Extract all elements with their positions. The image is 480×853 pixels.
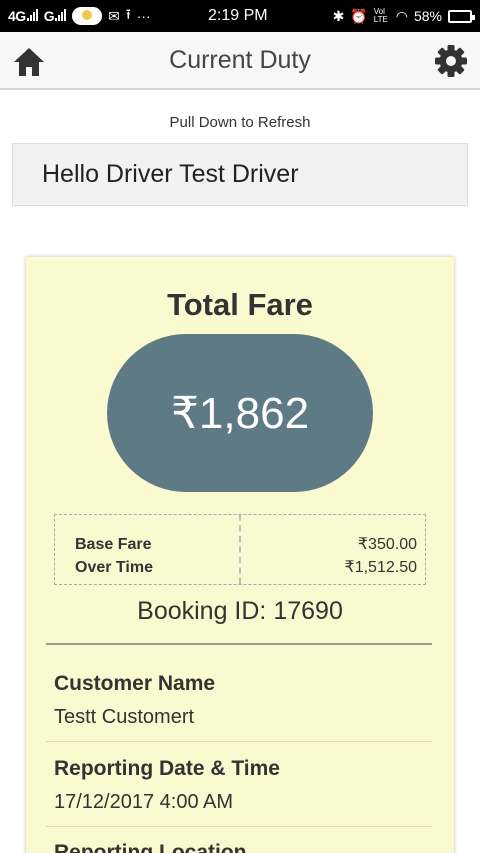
network-indicator-1: 4G xyxy=(8,8,38,24)
wifi-icon: ◠ xyxy=(395,7,408,24)
network-type-label: 4G xyxy=(8,8,26,24)
more-notifications-icon: ··· xyxy=(136,8,151,24)
volte-indicator: Vol LTE xyxy=(373,7,388,24)
settings-button[interactable] xyxy=(434,44,468,78)
reporting-location-field: Reporting Location xyxy=(54,841,432,853)
customer-name-field: Customer Name Testt Customert xyxy=(54,672,432,729)
bluetooth-icon: ✱ xyxy=(332,7,345,24)
fare-breakdown-values: ₹350.00 ₹1,512.50 xyxy=(239,515,425,584)
reporting-location-label: Reporting Location xyxy=(54,841,247,853)
app-bar: Current Duty xyxy=(0,32,480,90)
divider xyxy=(46,643,432,645)
driver-greeting: Hello Driver Test Driver xyxy=(12,143,468,206)
reporting-datetime-label: Reporting Date & Time xyxy=(54,757,280,780)
total-fare-title: Total Fare xyxy=(167,287,313,322)
total-fare-value: ₹1,862 xyxy=(170,388,310,438)
battery-icon xyxy=(448,9,475,23)
network-indicator-2: G xyxy=(43,8,67,24)
gear-icon xyxy=(435,45,467,77)
over-time-value: ₹1,512.50 xyxy=(344,559,417,576)
divider xyxy=(46,741,432,742)
weather-icon xyxy=(72,7,103,25)
status-time: 2:19 PM xyxy=(208,7,268,24)
home-icon xyxy=(14,48,44,76)
signal-bars-icon xyxy=(26,9,38,21)
total-fare-amount: ₹1,862 xyxy=(107,334,373,492)
home-button[interactable] xyxy=(12,46,46,78)
alarm-icon: ⏰ xyxy=(350,7,368,24)
fare-breakdown-labels: Base Fare Over Time xyxy=(55,515,239,584)
divider xyxy=(46,826,432,827)
status-bar: 4G G ✉ ⭱ ··· 2:19 PM ✱ ⏰ Vol LTE ◠ 58% xyxy=(0,0,480,32)
fare-breakdown: Base Fare Over Time ₹350.00 ₹1,512.50 xyxy=(54,514,426,585)
pull-to-refresh-hint: Pull Down to Refresh xyxy=(169,114,311,131)
reporting-datetime-field: Reporting Date & Time 17/12/2017 4:00 AM xyxy=(54,757,432,814)
duty-card[interactable]: Total Fare ₹1,862 Base Fare Over Time ₹3… xyxy=(26,257,454,853)
network-type-label-2: G xyxy=(43,8,55,24)
upload-icon: ⭱ xyxy=(125,6,131,22)
battery-percentage: 58% xyxy=(413,8,442,24)
status-bar-left: 4G G ✉ ⭱ ··· xyxy=(8,4,151,28)
base-fare-value: ₹350.00 xyxy=(357,536,417,553)
base-fare-label: Base Fare xyxy=(75,536,152,553)
customer-name-value: Testt Customert xyxy=(54,706,195,728)
page-title: Current Duty xyxy=(169,45,311,74)
over-time-label: Over Time xyxy=(75,559,153,576)
mail-icon: ✉ xyxy=(108,7,120,24)
status-bar-right: ✱ ⏰ Vol LTE ◠ 58% xyxy=(332,0,475,32)
reporting-datetime-value: 17/12/2017 4:00 AM xyxy=(54,791,234,813)
customer-name-label: Customer Name xyxy=(54,672,216,695)
signal-bars-icon xyxy=(55,9,67,21)
booking-id: Booking ID: 17690 xyxy=(137,597,343,625)
